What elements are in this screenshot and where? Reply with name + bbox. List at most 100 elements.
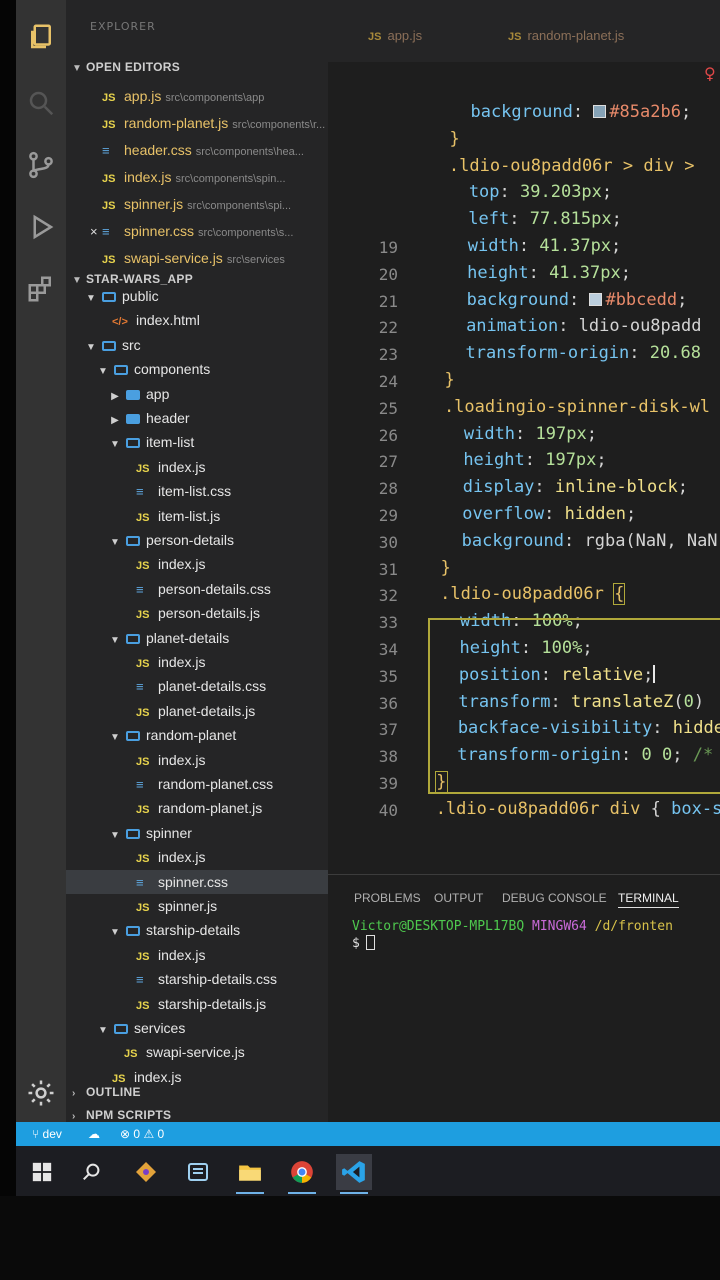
tree-folder[interactable]: ▼ starship-details	[66, 918, 328, 942]
tab-problems[interactable]: PROBLEMS	[354, 891, 421, 905]
line-number: 40	[378, 800, 398, 820]
sync-icon[interactable]: ☁	[88, 1122, 100, 1146]
file-path: src\components\hea...	[195, 146, 304, 158]
terminal-prompt-line[interactable]: Victor@DESKTOP-MPL17BQ MINGW64 /d/fronte…	[352, 919, 673, 934]
git-kraken-icon[interactable]	[128, 1154, 164, 1190]
tree-file[interactable]: JS index.js	[66, 455, 328, 479]
vscode-icon[interactable]	[336, 1154, 372, 1194]
tree-file[interactable]: JS swapi-service.js	[66, 1040, 328, 1064]
file-path: src\components\spin...	[175, 173, 286, 185]
debug-icon[interactable]	[25, 212, 57, 244]
tree-file[interactable]: ≡ person-details.css	[66, 577, 328, 601]
tree-item-label: swapi-service.js	[146, 1044, 245, 1061]
open-editor-item[interactable]: JS random-planet.js src\components\r...	[90, 111, 325, 135]
file-path: src\services	[226, 254, 285, 266]
file-name: spinner.css	[124, 223, 195, 239]
app-window-icon[interactable]	[180, 1154, 216, 1190]
tree-file[interactable]: JS index.js	[66, 845, 328, 869]
tree-folder[interactable]: ▼ item-list	[66, 430, 328, 454]
open-editor-item[interactable]: × ≡ spinner.css src\components\s...	[90, 219, 293, 243]
windows-start-icon[interactable]	[24, 1154, 60, 1190]
tree-file[interactable]: ≡ random-planet.css	[66, 772, 328, 796]
css-file-icon: ≡	[136, 581, 144, 597]
outline-header[interactable]: › OUTLINE	[72, 1085, 141, 1099]
extensions-icon[interactable]	[25, 274, 57, 306]
tree-item-label: index.html	[136, 312, 200, 329]
file-name: header.css	[124, 142, 192, 158]
folder-icon	[102, 292, 116, 302]
tree-file[interactable]: JS planet-details.js	[66, 699, 328, 723]
tree-file[interactable]: JS spinner.js	[66, 894, 328, 918]
tab-debug-console[interactable]: DEBUG CONSOLE	[502, 891, 607, 905]
tree-file[interactable]: ≡ item-list.css	[66, 479, 328, 503]
source-control-icon[interactable]	[25, 150, 57, 182]
folder-icon	[126, 731, 140, 742]
tree-item-label: starship-details.css	[158, 971, 278, 988]
tree-file[interactable]: JS item-list.js	[66, 504, 328, 528]
settings-gear-icon[interactable]	[25, 1078, 57, 1110]
js-file-icon: JS	[136, 658, 150, 670]
taskbar-search-icon[interactable]	[74, 1154, 110, 1190]
close-icon[interactable]: ×	[90, 220, 102, 244]
line-number: 30	[378, 532, 398, 552]
tree-folder[interactable]: ▼ components	[66, 357, 328, 381]
tree-folder[interactable]: ▼ random-planet	[66, 723, 328, 747]
search-icon[interactable]	[25, 88, 57, 120]
js-file-icon: JS	[136, 950, 150, 963]
tree-file[interactable]: JS index.js	[66, 748, 328, 772]
css-file-icon: ≡	[102, 224, 110, 239]
branch-indicator[interactable]: ⑂ dev	[32, 1122, 62, 1146]
open-editor-item[interactable]: JS index.js src\components\spin...	[90, 165, 286, 189]
tab-terminal[interactable]: TERMINAL	[618, 891, 679, 908]
folder-icon	[114, 1024, 128, 1034]
tab-app-js[interactable]: JS app.js	[368, 28, 422, 43]
tree-file[interactable]: JS index.js	[66, 650, 328, 674]
tree-folder[interactable]: ▶ header	[66, 406, 328, 430]
line-number: 27	[378, 452, 398, 472]
file-explorer-icon[interactable]	[232, 1154, 268, 1194]
tab-random-planet-js[interactable]: JS random-planet.js	[508, 28, 624, 43]
tree-folder[interactable]: ▼ person-details	[66, 528, 328, 552]
js-file-icon: JS	[124, 1048, 138, 1061]
chevron-down-icon: ▼	[110, 439, 120, 451]
code-editor[interactable]: background: #85a2b6;} .ldio-ou8padd06r > …	[328, 84, 720, 874]
sidebar-title: EXPLORER	[90, 20, 156, 33]
tree-folder[interactable]: ▶ app	[66, 382, 328, 406]
open-editor-item[interactable]: ≡ header.css src\components\hea...	[90, 138, 304, 162]
terminal-input[interactable]: $	[352, 935, 375, 951]
problems-indicator[interactable]: ⊗ 0 ⚠ 0	[120, 1122, 164, 1146]
tree-file[interactable]: JS index.js	[66, 552, 328, 576]
tree-file[interactable]: ≡ planet-details.css	[66, 674, 328, 698]
tab-output[interactable]: OUTPUT	[434, 891, 483, 905]
tree-file[interactable]: JS index.js	[66, 943, 328, 967]
folder-icon	[126, 389, 140, 400]
explorer-icon[interactable]	[25, 22, 57, 54]
code-line: background: #bbcedd;	[446, 289, 688, 310]
chrome-icon[interactable]	[284, 1154, 320, 1194]
line-number: 28	[378, 479, 398, 499]
open-editor-item[interactable]: JS spinner.js src\components\spi...	[90, 192, 291, 216]
split-editor-icon[interactable]: ♀	[704, 64, 716, 83]
npm-scripts-header[interactable]: › NPM SCRIPTS	[72, 1108, 171, 1122]
tree-item-label: spinner	[146, 824, 192, 841]
open-editor-item[interactable]: JS swapi-service.js src\services	[90, 246, 285, 270]
file-name: app.js	[124, 88, 162, 104]
line-number: 26	[378, 425, 398, 445]
js-file-icon: JS	[102, 119, 116, 131]
line-number: 32	[378, 586, 398, 606]
tree-folder[interactable]: ▼ public	[66, 284, 328, 308]
tree-folder[interactable]: ▼ src	[66, 333, 328, 357]
tree-file[interactable]: </> index.html	[66, 308, 328, 332]
open-editor-item[interactable]: JS app.js src\components\app	[90, 84, 264, 108]
tree-file[interactable]: JS person-details.js	[66, 601, 328, 625]
open-editors-header[interactable]: ▼ OPEN EDITORS	[72, 60, 180, 74]
tree-file[interactable]: JS starship-details.js	[66, 992, 328, 1016]
tree-folder[interactable]: ▼ planet-details	[66, 626, 328, 650]
tree-file[interactable]: ≡ spinner.css	[66, 869, 328, 894]
tree-item-label: public	[122, 288, 159, 304]
js-file-icon: JS	[136, 902, 150, 914]
tree-file[interactable]: JS random-planet.js	[66, 796, 328, 820]
tree-folder[interactable]: ▼ services	[66, 1016, 328, 1040]
tree-file[interactable]: ≡ starship-details.css	[66, 967, 328, 991]
tree-folder[interactable]: ▼ spinner	[66, 821, 328, 845]
